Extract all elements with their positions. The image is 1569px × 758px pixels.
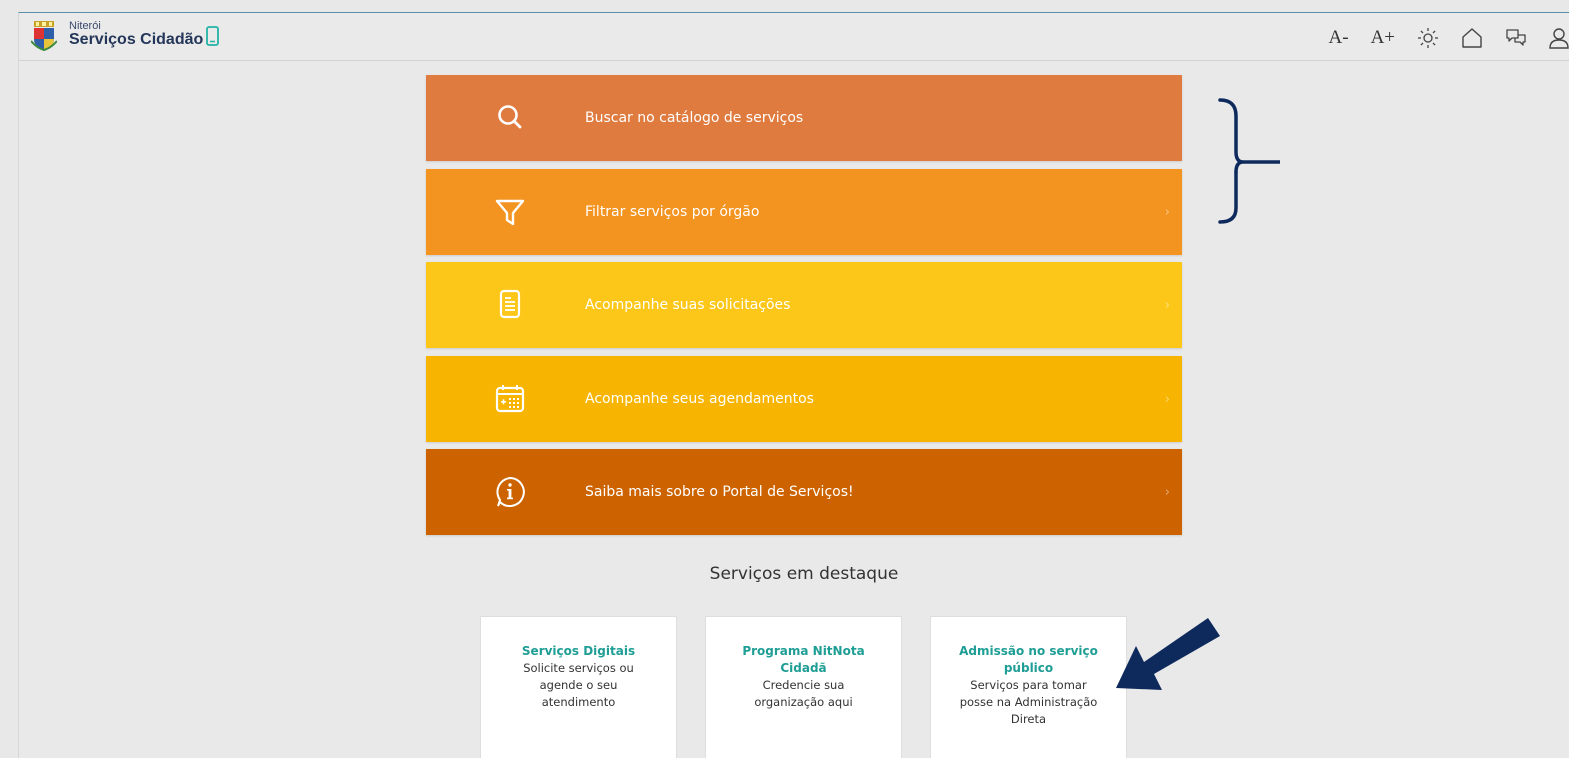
menu-track-requests[interactable]: Acompanhe suas solicitações › xyxy=(426,262,1182,348)
card-description: Credencie sua organização aqui xyxy=(754,678,853,709)
font-increase-button[interactable]: A+ xyxy=(1371,27,1395,49)
user-button[interactable] xyxy=(1549,27,1569,49)
card-description: Serviços para tomar posse na Administraç… xyxy=(959,678,1098,726)
info-icon xyxy=(496,476,525,507)
card-title: Admissão no serviço público xyxy=(959,644,1098,675)
annotation-arrow xyxy=(1116,618,1220,690)
featured-services-title: Serviços em destaque xyxy=(709,564,899,584)
featured-card-digital-services[interactable]: Serviços Digitais Solicite serviços ou a… xyxy=(480,616,677,758)
featured-card-nitnota[interactable]: Programa NitNota Cidadã Credencie sua or… xyxy=(705,616,902,758)
chevron-right-icon: › xyxy=(1164,204,1170,220)
menu-search-catalog[interactable]: Buscar no catálogo de serviços xyxy=(426,75,1182,161)
menu-label: Buscar no catálogo de serviços xyxy=(585,110,804,126)
app-frame: Niterói Serviços Cidadão A- A+ Buscar no… xyxy=(0,0,1569,758)
user-icon xyxy=(1549,28,1569,49)
card-description: Solicite serviços ou agende o seu atendi… xyxy=(523,661,634,709)
annotation-bracket xyxy=(1218,98,1280,224)
menu-track-appointments[interactable]: Acompanhe seus agendamentos › xyxy=(426,356,1182,442)
featured-card-public-admission[interactable]: Admissão no serviço público Serviços par… xyxy=(930,616,1127,758)
contrast-button[interactable] xyxy=(1417,27,1439,49)
home-icon xyxy=(1462,28,1482,48)
document-icon xyxy=(499,289,521,319)
calendar-icon xyxy=(495,385,525,413)
mobile-phone-icon[interactable] xyxy=(206,26,219,46)
chevron-right-icon: › xyxy=(1164,484,1170,500)
menu-about-portal[interactable]: Saiba mais sobre o Portal de Serviços! › xyxy=(426,449,1182,535)
accessibility-toolbar: A- A+ xyxy=(1329,25,1569,51)
menu-label: Acompanhe seus agendamentos xyxy=(585,391,814,407)
menu-label: Saiba mais sobre o Portal de Serviços! xyxy=(585,484,854,500)
search-icon xyxy=(498,105,522,129)
chevron-right-icon: › xyxy=(1164,391,1170,407)
sun-icon xyxy=(1418,28,1438,48)
chat-icon xyxy=(1506,29,1526,46)
card-title: Programa NitNota Cidadã xyxy=(742,644,865,675)
page: Niterói Serviços Cidadão A- A+ Buscar no… xyxy=(18,12,1569,758)
menu-label: Acompanhe suas solicitações xyxy=(585,297,791,313)
chat-button[interactable] xyxy=(1505,27,1527,49)
card-title: Serviços Digitais xyxy=(521,644,636,658)
filter-icon xyxy=(495,199,525,226)
menu-label: Filtrar serviços por órgão xyxy=(585,204,760,220)
chevron-right-icon: › xyxy=(1164,297,1170,313)
menu-filter-by-agency[interactable]: Filtrar serviços por órgão › xyxy=(426,169,1182,255)
city-crest-icon[interactable] xyxy=(31,21,57,51)
font-decrease-button[interactable]: A- xyxy=(1329,27,1349,49)
brand-title[interactable]: Serviços Cidadão xyxy=(69,31,203,49)
top-header: Niterói Serviços Cidadão A- A+ xyxy=(19,13,1569,61)
home-button[interactable] xyxy=(1461,27,1483,49)
